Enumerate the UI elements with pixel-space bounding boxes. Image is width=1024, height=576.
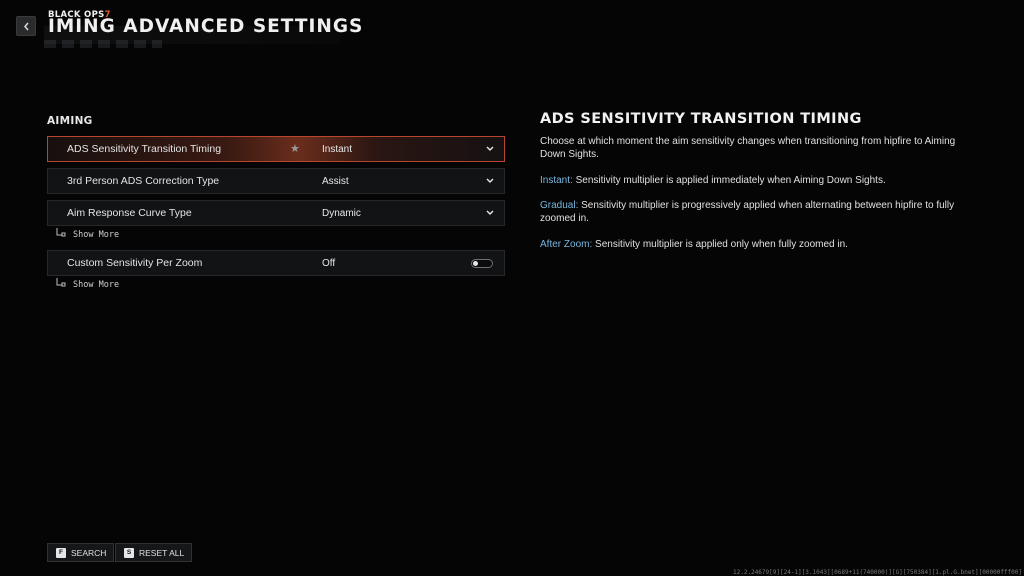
show-more-label: Show More (73, 280, 120, 290)
page-title: IMING ADVANCED SETTINGS (48, 16, 364, 37)
back-button[interactable] (16, 16, 36, 36)
setting-row-aim-response-curve-type[interactable]: Aim Response Curve Type Dynamic (47, 200, 505, 226)
setting-row-3rd-person-ads-correction-type[interactable]: 3rd Person ADS Correction Type Assist (47, 168, 505, 194)
title-ghost-decoration (44, 40, 162, 48)
branch-icon (56, 277, 66, 286)
option-name: Instant: (540, 175, 573, 186)
setting-value: Dynamic (322, 208, 361, 219)
option-name: After Zoom: (540, 239, 593, 250)
chevron-down-icon[interactable] (486, 178, 494, 184)
setting-value: Instant (322, 144, 353, 155)
show-more-link-custom-sensitivity[interactable]: Show More (56, 277, 120, 290)
setting-label: ADS Sensitivity Transition Timing (67, 143, 222, 155)
detail-option-instant: Instant: Sensitivity multiplier is appli… (540, 174, 980, 187)
reset-all-button-label: RESET ALL (139, 547, 185, 558)
keycap-f-icon: F (56, 547, 66, 558)
setting-row-ads-sensitivity-transition-timing[interactable]: ADS Sensitivity Transition Timing ★ Inst… (47, 136, 505, 162)
toggle-switch[interactable] (471, 259, 493, 268)
keycap-s-icon: S (124, 547, 134, 558)
settings-screen: BLACK OPS7 IMING ADVANCED SETTINGS AIMIN… (0, 0, 1024, 576)
detail-description: Choose at which moment the aim sensitivi… (540, 136, 956, 160)
setting-value: Off (322, 258, 336, 269)
setting-value: Assist (322, 176, 349, 187)
reset-all-button[interactable]: S RESET ALL (115, 543, 193, 562)
section-heading: AIMING (47, 115, 93, 127)
branch-icon (56, 227, 66, 236)
chevron-down-icon[interactable] (486, 146, 494, 152)
setting-label: Aim Response Curve Type (67, 207, 192, 219)
search-button[interactable]: F SEARCH (47, 543, 115, 562)
star-icon: ★ (290, 143, 300, 155)
setting-label: Custom Sensitivity Per Zoom (67, 257, 203, 269)
option-text: Sensitivity multiplier is applied immedi… (572, 175, 886, 186)
detail-title: ADS SENSITIVITY TRANSITION TIMING (540, 111, 862, 127)
chevron-left-icon (23, 22, 29, 30)
option-name: Gradual: (540, 200, 579, 211)
detail-option-after-zoom: After Zoom: Sensitivity multiplier is ap… (540, 238, 980, 251)
build-version-string: 12.2.24679[9][24-1][3.1043][0689+11(7400… (733, 569, 1022, 576)
setting-label: 3rd Person ADS Correction Type (67, 175, 220, 187)
option-text: Sensitivity multiplier is progressively … (540, 200, 955, 224)
show-more-link-aim-response[interactable]: Show More (56, 227, 120, 240)
setting-row-custom-sensitivity-per-zoom[interactable]: Custom Sensitivity Per Zoom Off (47, 250, 505, 276)
detail-option-gradual: Gradual: Sensitivity multiplier is progr… (540, 199, 980, 225)
search-button-label: SEARCH (71, 547, 107, 558)
option-text: Sensitivity multiplier is applied only w… (592, 239, 848, 250)
toggle-knob (473, 261, 478, 266)
chevron-down-icon[interactable] (486, 210, 494, 216)
show-more-label: Show More (73, 230, 120, 240)
